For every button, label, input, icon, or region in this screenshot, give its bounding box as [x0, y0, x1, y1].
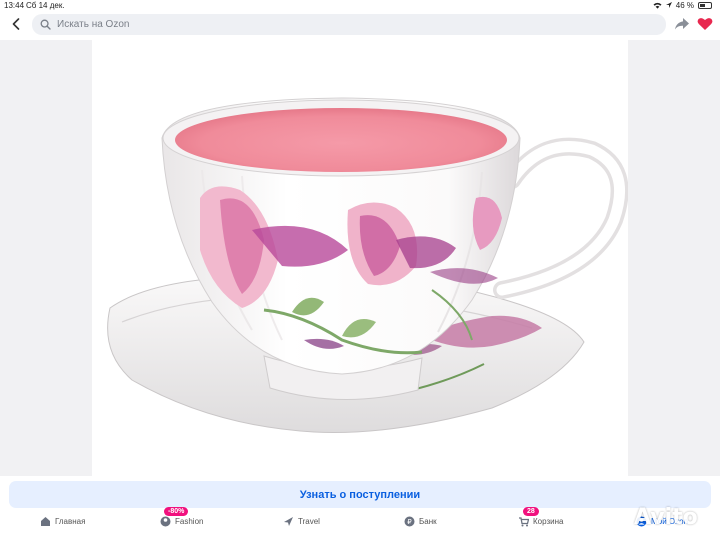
home-icon	[41, 517, 50, 526]
nav-item-home[interactable]: Главная	[40, 516, 85, 527]
nav-label: Главная	[55, 517, 86, 526]
favorite-button[interactable]	[697, 17, 713, 31]
status-time: 13:44	[4, 1, 25, 10]
notify-label: Узнать о поступлении	[299, 488, 421, 501]
bank-icon: ₽	[404, 516, 415, 527]
wifi-icon	[653, 2, 662, 9]
nav-item-travel[interactable]: Travel	[283, 516, 320, 527]
nav-item-bank[interactable]: ₽ Банк	[404, 516, 437, 527]
nav-label: Travel	[298, 517, 320, 526]
location-icon	[665, 2, 672, 8]
product-gallery[interactable]	[0, 40, 720, 476]
avito-logo-icon	[608, 508, 628, 528]
nav-label: Корзина	[533, 517, 564, 526]
back-button[interactable]	[8, 16, 24, 32]
search-icon	[40, 19, 51, 30]
nav-label: Fashion	[175, 517, 204, 526]
status-bar: 13:44 Сб 14 дек. 46 %	[0, 0, 720, 12]
avito-watermark: Avito	[606, 500, 716, 534]
watermark-text: Avito	[634, 504, 698, 530]
search-placeholder: Искать на Ozon	[57, 19, 130, 30]
discount-badge: -80%	[164, 507, 189, 516]
plane-icon	[284, 517, 293, 526]
chevron-left-icon	[12, 18, 20, 30]
product-image-area	[92, 40, 629, 476]
battery-icon	[698, 2, 712, 9]
status-indicators: 46 %	[653, 1, 712, 10]
share-icon	[675, 18, 689, 30]
battery-percent: 46 %	[675, 1, 694, 10]
top-bar: Искать на Ozon	[0, 12, 720, 38]
nav-item-cart[interactable]: 28 Корзина	[518, 507, 564, 527]
fashion-icon	[160, 516, 171, 527]
share-button[interactable]	[674, 17, 690, 31]
cart-icon	[519, 517, 529, 527]
svg-text:₽: ₽	[407, 518, 412, 526]
nav-label: Банк	[419, 517, 437, 526]
search-input[interactable]: Искать на Ozon	[32, 14, 666, 35]
nav-item-fashion[interactable]: -80% Fashion	[160, 507, 204, 527]
heart-icon	[697, 18, 713, 30]
status-date: Сб 14 дек.	[26, 1, 65, 10]
teacup-image	[107, 97, 629, 433]
cart-count-badge: 28	[523, 507, 539, 516]
